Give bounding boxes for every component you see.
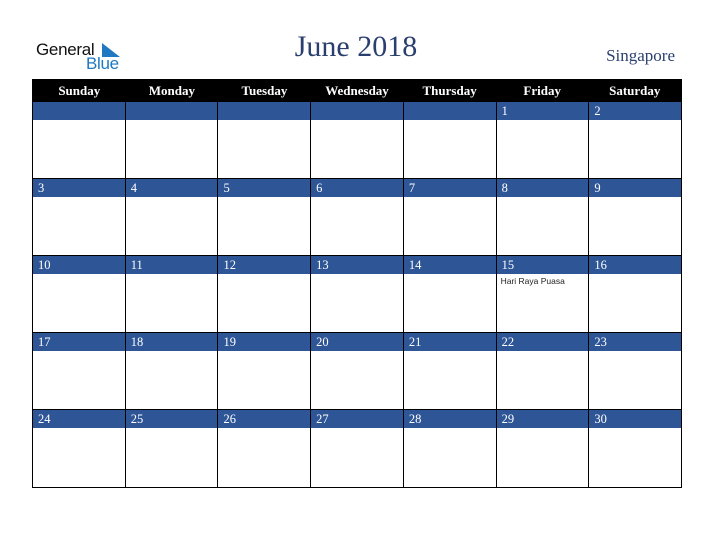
day-number: 19	[218, 333, 311, 351]
day-number: 26	[218, 410, 311, 428]
day-cell[interactable]	[33, 102, 126, 179]
day-number: 28	[403, 410, 496, 428]
day-cell[interactable]: 20	[311, 333, 404, 410]
week-row: 12	[33, 102, 682, 179]
weekday-wednesday: Wednesday	[325, 83, 389, 98]
day-cell[interactable]: 16	[589, 256, 682, 333]
day-number: 23	[589, 333, 682, 351]
week-row: 3456789	[33, 179, 682, 256]
weekday-thursday: Thursday	[422, 83, 477, 98]
day-cell[interactable]: 7	[403, 179, 497, 256]
day-cell[interactable]: 2	[589, 102, 682, 179]
holiday-event: Hari Raya Puasa	[500, 276, 565, 286]
day-number: 18	[125, 333, 218, 351]
day-number: 7	[403, 179, 496, 197]
day-number: 29	[496, 410, 589, 428]
day-number: 27	[311, 410, 403, 428]
day-cell[interactable]: 30	[589, 410, 682, 487]
day-cell[interactable]: 12	[218, 256, 312, 333]
day-number: 15	[496, 256, 589, 274]
day-cell[interactable]: 10	[33, 256, 126, 333]
country-label: Singapore	[606, 46, 675, 65]
day-cell[interactable]: 28	[403, 410, 497, 487]
day-number: 4	[125, 179, 218, 197]
day-cell[interactable]: 11	[125, 256, 219, 333]
day-cell[interactable]: 27	[311, 410, 404, 487]
week-row: 24 25 26 27 28 29 30	[33, 410, 682, 487]
day-cell[interactable]: 19	[218, 333, 312, 410]
day-cell[interactable]: 4	[125, 179, 219, 256]
weekday-header: Sunday Monday Tuesday Wednesday Thursday Frid…	[33, 80, 681, 102]
day-number	[403, 102, 496, 120]
week-row: 10 11 12 13 14 15 Hari Raya Puasa 16	[33, 256, 682, 333]
day-cell[interactable]	[125, 102, 219, 179]
day-number: 6	[311, 179, 403, 197]
day-number	[218, 102, 311, 120]
weekday-friday: Friday	[523, 83, 561, 98]
day-cell[interactable]: 15 Hari Raya Puasa	[496, 256, 590, 333]
day-number: 12	[218, 256, 311, 274]
day-number: 2	[589, 102, 682, 120]
day-cell[interactable]: 26	[218, 410, 312, 487]
day-cell[interactable]: 5	[218, 179, 312, 256]
day-number: 22	[496, 333, 589, 351]
day-number: 9	[589, 179, 682, 197]
day-cell[interactable]: 22	[496, 333, 590, 410]
day-number: 3	[33, 179, 125, 197]
day-cell[interactable]: 21	[403, 333, 497, 410]
day-number: 13	[311, 256, 403, 274]
day-number: 14	[403, 256, 496, 274]
day-number: 21	[403, 333, 496, 351]
day-cell[interactable]: 13	[311, 256, 404, 333]
day-cell[interactable]: 29	[496, 410, 590, 487]
day-number	[125, 102, 218, 120]
day-cell[interactable]	[311, 102, 404, 179]
day-cell[interactable]: 23	[589, 333, 682, 410]
day-number: 10	[33, 256, 125, 274]
day-cell[interactable]: 1	[496, 102, 590, 179]
day-cell[interactable]: 8	[496, 179, 590, 256]
day-number: 8	[496, 179, 589, 197]
day-number: 20	[311, 333, 403, 351]
calendar-grid: Sunday Monday Tuesday Wednesday Thursday Frid…	[32, 79, 682, 488]
week-row: 17 18 19 20 21 22 23	[33, 333, 682, 410]
day-cell[interactable]	[403, 102, 497, 179]
day-cell[interactable]: 25	[125, 410, 219, 487]
day-number	[33, 102, 125, 120]
day-number	[311, 102, 403, 120]
day-cell[interactable]: 3	[33, 179, 126, 256]
weekday-monday: Monday	[148, 83, 195, 98]
day-cell[interactable]: 9	[589, 179, 682, 256]
day-cell[interactable]: 6	[311, 179, 404, 256]
weekday-saturday: Saturday	[609, 83, 661, 98]
day-number: 1	[496, 102, 589, 120]
day-cell[interactable]	[218, 102, 312, 179]
day-cell[interactable]: 18	[125, 333, 219, 410]
day-cell[interactable]: 14	[403, 256, 497, 333]
day-number: 30	[589, 410, 682, 428]
day-number: 17	[33, 333, 125, 351]
day-number: 25	[125, 410, 218, 428]
day-cell[interactable]: 24	[33, 410, 126, 487]
day-number: 16	[589, 256, 682, 274]
day-number: 24	[33, 410, 125, 428]
weekday-tuesday: Tuesday	[241, 83, 288, 98]
day-cell[interactable]: 17	[33, 333, 126, 410]
weekday-sunday: Sunday	[58, 83, 101, 98]
day-number: 11	[125, 256, 218, 274]
day-number: 5	[218, 179, 311, 197]
